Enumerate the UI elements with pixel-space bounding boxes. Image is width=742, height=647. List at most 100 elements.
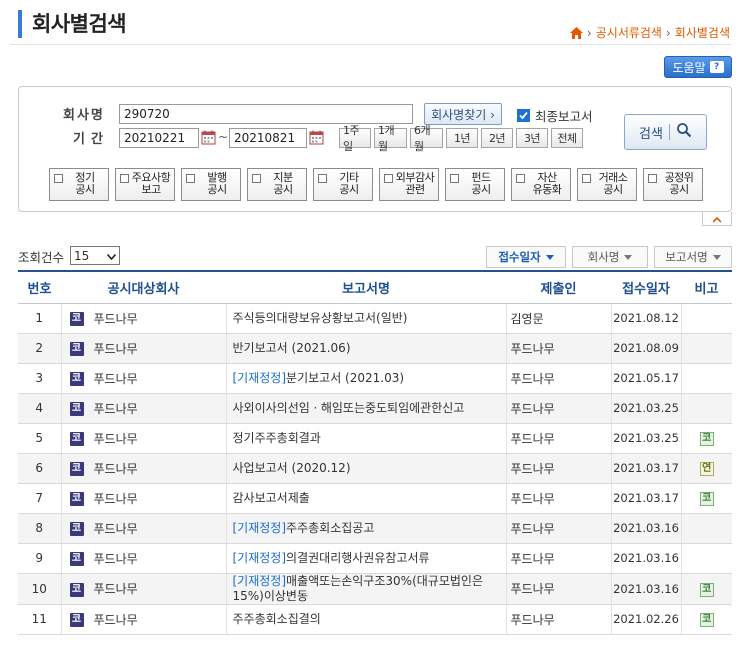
report-link[interactable]: 반기보고서 (2021.06)	[233, 341, 351, 355]
company-link[interactable]: 푸드나무	[94, 613, 138, 627]
company-input[interactable]	[119, 104, 413, 124]
checkbox-unchecked-icon[interactable]	[252, 174, 261, 183]
checkbox-unchecked-icon[interactable]	[450, 174, 459, 183]
report-link[interactable]: 주식등의대량보유상황보고서(일반)	[233, 311, 408, 325]
disclosure-table: 번호 공시대상회사 보고서명 제출인 접수일자 비고 1 코 푸드나무 주식등의대량보…	[18, 270, 732, 635]
search-button[interactable]: 검색	[624, 114, 707, 150]
submitter-cell: 푸드나무	[506, 393, 612, 424]
date-to-input[interactable]	[229, 128, 307, 148]
period-1week-button[interactable]: 1주일	[339, 124, 371, 153]
note-cell: 코	[681, 483, 732, 514]
date-cell: 2021.05.17	[611, 363, 682, 394]
row-number: 1	[18, 303, 62, 334]
final-report-checkbox[interactable]: 최종보고서	[517, 106, 593, 125]
consolidated-badge-icon[interactable]: 연	[699, 462, 714, 476]
table-row[interactable]: 9 코 푸드나무 [기재정정]의결권대리행사권유참고서류 푸드나무 2021.03.16	[18, 543, 732, 574]
kosdaq-market-icon: 코	[69, 552, 84, 566]
sort-date-button[interactable]: 접수일자	[486, 246, 566, 268]
calendar-icon[interactable]	[201, 130, 216, 145]
amend-tag[interactable]: [기재정정]	[233, 574, 287, 588]
amend-tag[interactable]: [기재정정]	[233, 371, 287, 385]
count-select[interactable]: 15	[70, 246, 120, 265]
category-checkbox[interactable]: 외부감사 관련	[379, 168, 439, 201]
company-link[interactable]: 푸드나무	[94, 342, 138, 356]
company-link[interactable]: 푸드나무	[94, 432, 138, 446]
category-checkbox[interactable]: 공정위 공시	[643, 168, 703, 201]
period-3year-button[interactable]: 3년	[516, 128, 548, 148]
question-icon: ?	[709, 61, 724, 73]
company-link[interactable]: 푸드나무	[94, 402, 138, 416]
table-row[interactable]: 4 코 푸드나무 사외이사의선임ㆍ해임또는중도퇴임에관한신고 푸드나무 2021.03.2…	[18, 393, 732, 424]
category-checkbox[interactable]: 펀드 공시	[445, 168, 505, 201]
table-row[interactable]: 1 코 푸드나무 주식등의대량보유상황보고서(일반) 김영문 2021.08.12	[18, 303, 732, 334]
checkbox-unchecked-icon[interactable]	[186, 174, 195, 183]
help-button[interactable]: 도움말 ?	[664, 56, 732, 78]
report-link[interactable]: 분기보고서 (2021.03)	[286, 371, 404, 385]
company-cell: 코 푸드나무	[61, 423, 227, 454]
collapse-panel-button[interactable]	[702, 212, 732, 226]
kosdaq-note-badge-icon[interactable]: 코	[699, 492, 714, 506]
category-checkbox[interactable]: 정기 공시	[49, 168, 109, 201]
company-link[interactable]: 푸드나무	[94, 522, 138, 536]
page-title-bar: 회사별검색	[18, 10, 127, 38]
period-1year-button[interactable]: 1년	[446, 128, 478, 148]
category-checkbox[interactable]: 주요사항 보고	[115, 168, 175, 201]
report-link[interactable]: 의결권대리행사권유참고서류	[286, 551, 430, 565]
company-link[interactable]: 푸드나무	[94, 492, 138, 506]
period-6month-button[interactable]: 6개월	[410, 124, 443, 153]
kosdaq-note-badge-icon[interactable]: 코	[699, 613, 714, 627]
period-all-button[interactable]: 전체	[551, 128, 583, 148]
search-panel: 회사명 회사명찾기 › 최종보고서 기간 ~ 1주일 1개월 6개월 1년 2년…	[18, 86, 732, 212]
company-cell: 코 푸드나무	[61, 543, 227, 574]
report-link[interactable]: 정기주주총회결과	[233, 431, 321, 445]
calendar-icon[interactable]	[309, 130, 324, 145]
checkbox-unchecked-icon[interactable]	[516, 174, 525, 183]
sort-company-button[interactable]: 회사명	[572, 246, 648, 268]
report-link[interactable]: 감사보고서제출	[233, 491, 310, 505]
kosdaq-market-icon: 코	[69, 312, 84, 326]
breadcrumb-item-company-search[interactable]: 회사별검색	[675, 24, 730, 41]
company-link[interactable]: 푸드나무	[94, 462, 138, 476]
company-link[interactable]: 푸드나무	[94, 312, 138, 326]
report-link[interactable]: 주주총회소집결의	[233, 612, 321, 626]
table-row[interactable]: 2 코 푸드나무 반기보고서 (2021.06) 푸드나무 2021.08.09	[18, 333, 732, 364]
kosdaq-note-badge-icon[interactable]: 코	[699, 582, 714, 597]
breadcrumb-item-filing-search[interactable]: 공시서류검색	[596, 24, 662, 41]
period-1month-button[interactable]: 1개월	[374, 124, 407, 153]
report-link[interactable]: 주주총회소집공고	[286, 521, 374, 535]
table-row[interactable]: 5 코 푸드나무 정기주주총회결과 푸드나무 2021.03.25 코	[18, 423, 732, 454]
date-separator: ~	[218, 130, 229, 144]
amend-tag[interactable]: [기재정정]	[233, 521, 287, 535]
count-value: 15	[74, 248, 90, 263]
checkbox-unchecked-icon[interactable]	[384, 174, 393, 183]
table-row[interactable]: 8 코 푸드나무 [기재정정]주주총회소집공고 푸드나무 2021.03.16	[18, 513, 732, 544]
category-checkbox[interactable]: 자산 유동화	[511, 168, 571, 201]
checkbox-unchecked-icon[interactable]	[648, 174, 657, 183]
amend-tag[interactable]: [기재정정]	[233, 551, 287, 565]
home-icon[interactable]	[569, 26, 583, 39]
table-row[interactable]: 10 코 푸드나무 [기재정정]매출액또는손익구조30%(대규모법인은15%)이상변동…	[18, 573, 732, 605]
report-link[interactable]: 사업보고서 (2020.12)	[233, 461, 351, 475]
company-link[interactable]: 푸드나무	[94, 552, 138, 566]
date-from-input[interactable]	[119, 128, 199, 148]
report-link[interactable]: 사외이사의선임ㆍ해임또는중도퇴임에관한신고	[233, 401, 465, 415]
sort-report-button[interactable]: 보고서명	[654, 246, 732, 268]
category-checkbox[interactable]: 지분 공시	[247, 168, 307, 201]
table-row[interactable]: 3 코 푸드나무 [기재정정]분기보고서 (2021.03) 푸드나무 2021.05.1…	[18, 363, 732, 394]
kosdaq-note-badge-icon[interactable]: 코	[699, 432, 714, 446]
period-2year-button[interactable]: 2년	[481, 128, 513, 148]
company-link[interactable]: 푸드나무	[94, 372, 138, 386]
table-row[interactable]: 6 코 푸드나무 사업보고서 (2020.12) 푸드나무 2021.03.17 연	[18, 453, 732, 484]
checkbox-unchecked-icon[interactable]	[120, 174, 129, 183]
table-row[interactable]: 11 코 푸드나무 주주총회소집결의 푸드나무 2021.02.26 코	[18, 604, 732, 635]
table-row[interactable]: 7 코 푸드나무 감사보고서제출 푸드나무 2021.03.17 코	[18, 483, 732, 514]
category-checkbox[interactable]: 발행 공시	[181, 168, 241, 201]
company-link[interactable]: 푸드나무	[94, 582, 138, 596]
category-checkbox[interactable]: 기타 공시	[313, 168, 373, 201]
checkbox-unchecked-icon[interactable]	[318, 174, 327, 183]
search-divider	[668, 124, 670, 140]
category-checkbox[interactable]: 거래소 공시	[577, 168, 637, 201]
checkbox-checked-icon[interactable]	[517, 109, 530, 122]
checkbox-unchecked-icon[interactable]	[54, 174, 63, 183]
checkbox-unchecked-icon[interactable]	[582, 174, 591, 183]
